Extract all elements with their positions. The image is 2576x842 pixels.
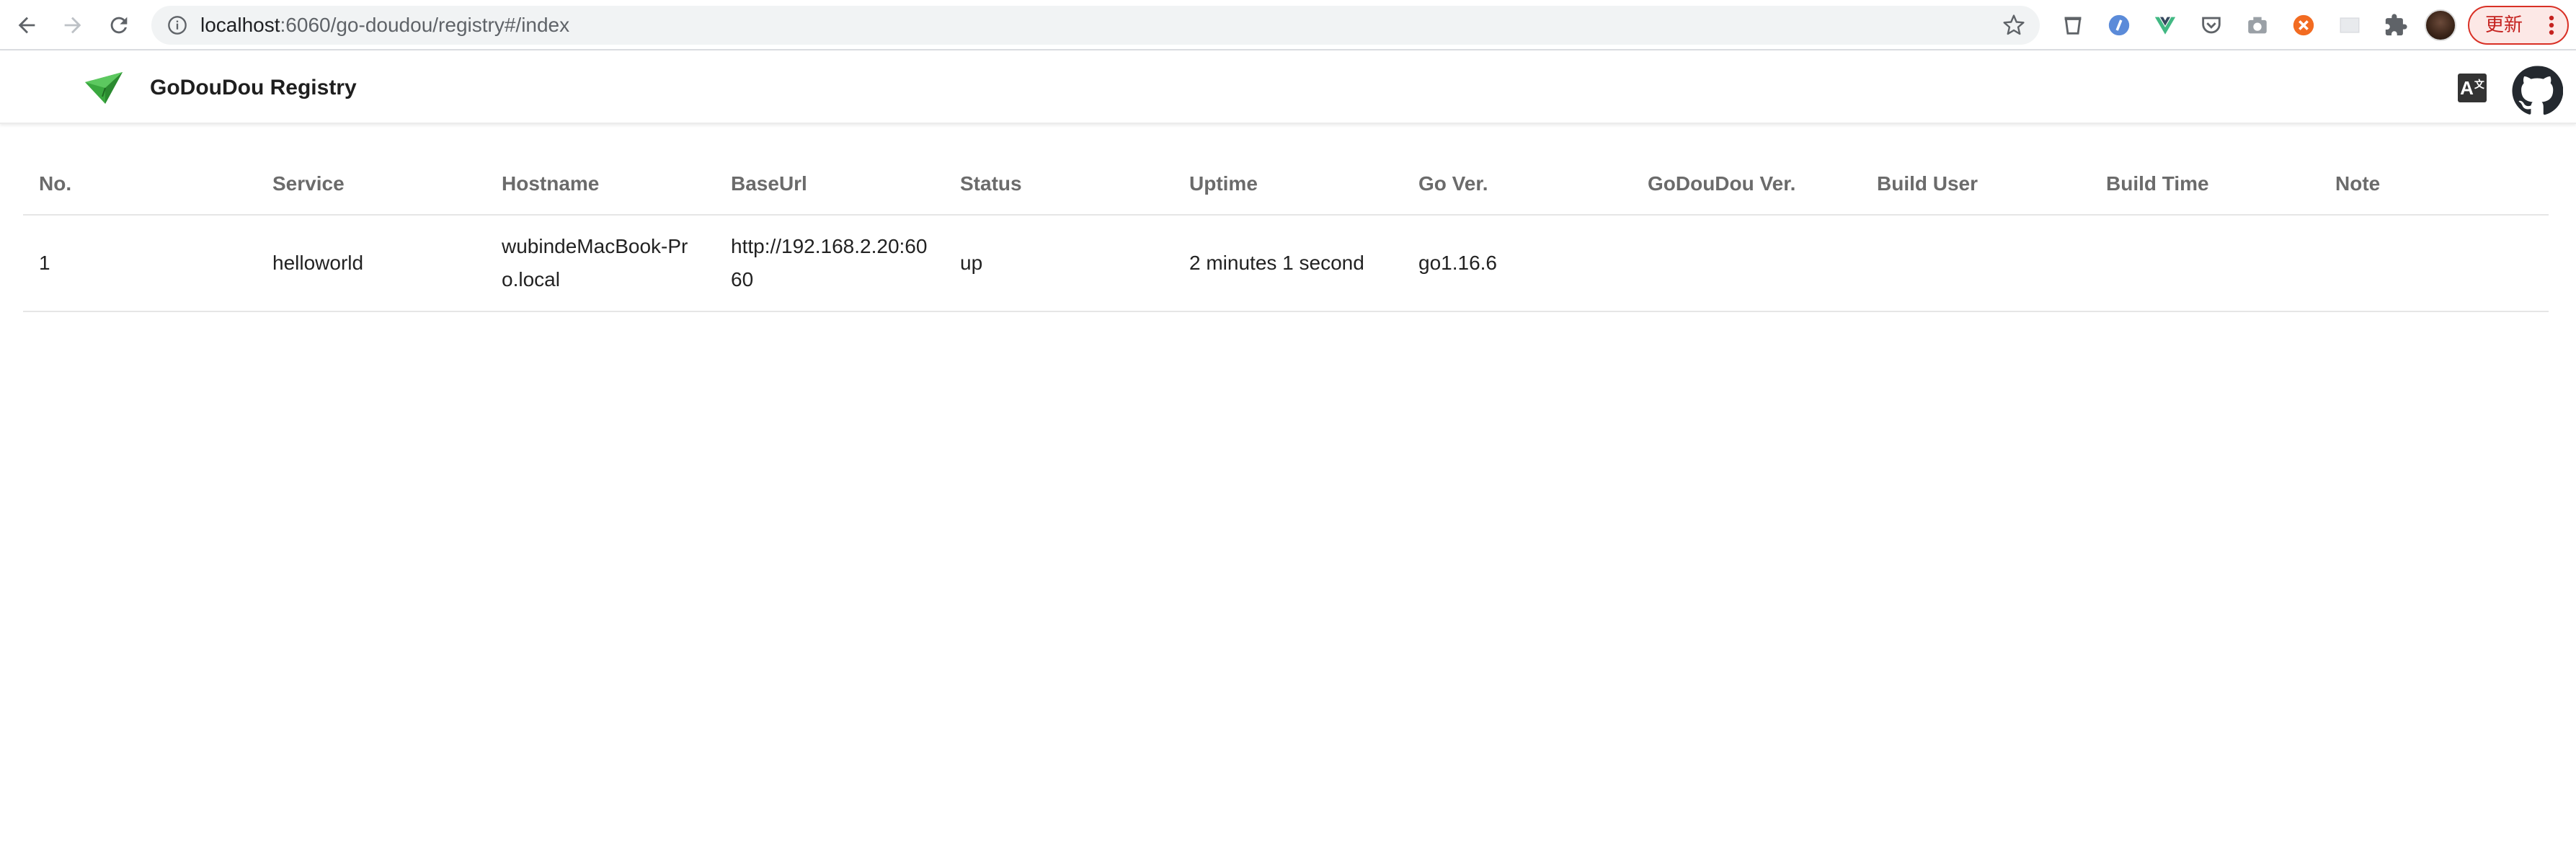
compass-extension-icon[interactable]: [2106, 12, 2132, 38]
url-text: localhost:6060/go-doudou/registry#/index: [200, 6, 569, 45]
column-header-godoudou-ver[interactable]: GoDouDou Ver.: [1632, 153, 1861, 216]
profile-avatar[interactable]: [2425, 9, 2456, 41]
table-header-row: No. Service Hostname BaseUrl Status Upti…: [23, 153, 2549, 216]
reload-icon: [110, 17, 128, 34]
address-bar[interactable]: localhost:6060/go-doudou/registry#/index: [151, 6, 2040, 45]
cell-build-user: [1861, 215, 2090, 312]
arrow-left-icon: [18, 17, 35, 34]
blocker-extension-icon[interactable]: [2291, 12, 2317, 38]
cell-godoudou-ver: [1632, 215, 1861, 312]
cell-baseurl: http://192.168.2.20:6060: [715, 215, 944, 312]
update-label: 更新: [2485, 14, 2523, 36]
column-header-baseurl[interactable]: BaseUrl: [715, 153, 944, 216]
column-header-go-ver[interactable]: Go Ver.: [1403, 153, 1632, 216]
reload-button[interactable]: [101, 7, 137, 43]
bookmark-star-icon[interactable]: [2002, 14, 2025, 37]
registry-table: No. Service Hostname BaseUrl Status Upti…: [23, 153, 2549, 312]
cell-service: helloworld: [257, 215, 486, 312]
back-button[interactable]: [9, 7, 45, 43]
column-header-service[interactable]: Service: [257, 153, 486, 216]
cell-build-time: [2090, 215, 2319, 312]
registry-table-container: No. Service Hostname BaseUrl Status Upti…: [23, 153, 2549, 312]
translate-button[interactable]: A文: [2458, 74, 2487, 102]
update-button[interactable]: 更新: [2468, 6, 2569, 45]
vue-devtools-icon[interactable]: [2152, 12, 2178, 38]
url-host: localhost: [200, 14, 280, 36]
url-path: :6060/go-doudou/registry#/index: [280, 14, 570, 36]
cell-uptime: 2 minutes 1 second: [1173, 215, 1403, 312]
column-header-no[interactable]: No.: [23, 153, 257, 216]
cell-go-ver: go1.16.6: [1403, 215, 1632, 312]
blank-extension-icon[interactable]: [2337, 12, 2363, 38]
info-icon[interactable]: [167, 15, 187, 35]
more-vert-icon: [2549, 15, 2554, 35]
translate-icon-label: A: [2460, 76, 2474, 99]
arrow-right-icon: [64, 17, 81, 34]
column-header-uptime[interactable]: Uptime: [1173, 153, 1403, 216]
column-header-note[interactable]: Note: [2319, 153, 2549, 216]
cup-extension-icon[interactable]: [2060, 12, 2086, 38]
column-header-hostname[interactable]: Hostname: [486, 153, 715, 216]
cell-no: 1: [23, 215, 257, 312]
table-row[interactable]: 1 helloworld wubindeMacBook-Pro.local ht…: [23, 215, 2549, 312]
pocket-extension-icon[interactable]: [2198, 12, 2224, 38]
github-icon[interactable]: [2511, 65, 2563, 117]
cell-note: [2319, 215, 2549, 312]
column-header-build-time[interactable]: Build Time: [2090, 153, 2319, 216]
cell-status: up: [944, 215, 1173, 312]
camera-extension-icon[interactable]: [2244, 12, 2270, 38]
app-header: GoDouDou Registry A文: [0, 52, 2576, 124]
column-header-status[interactable]: Status: [944, 153, 1173, 216]
translate-sup-icon: 文: [2474, 79, 2484, 90]
paper-plane-logo-icon: [85, 72, 123, 104]
column-header-build-user[interactable]: Build User: [1861, 153, 2090, 216]
forward-button[interactable]: [55, 7, 91, 43]
cell-hostname: wubindeMacBook-Pro.local: [486, 215, 715, 312]
browser-toolbar: localhost:6060/go-doudou/registry#/index…: [0, 0, 2576, 50]
puzzle-extensions-icon[interactable]: [2383, 12, 2409, 38]
app-title: GoDouDou Registry: [150, 76, 357, 99]
